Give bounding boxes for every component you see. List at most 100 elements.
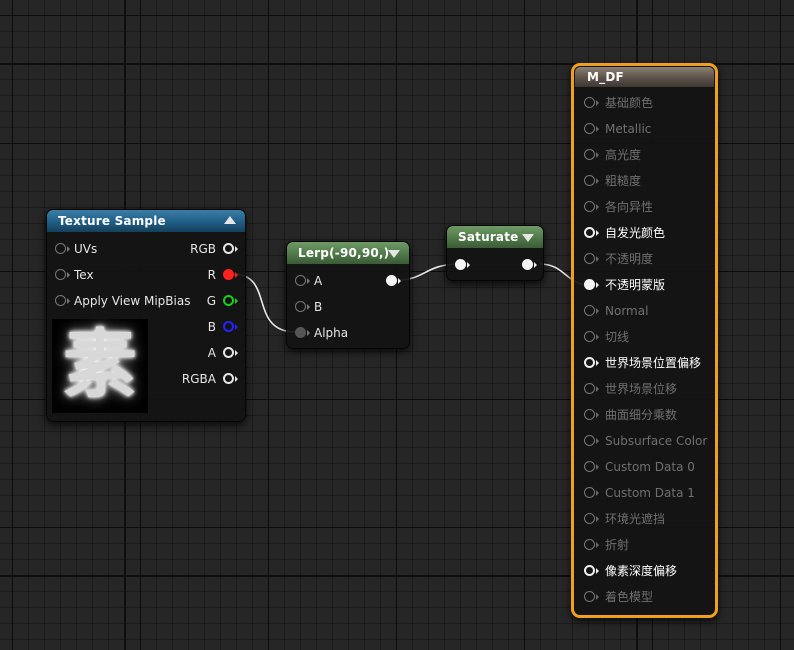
material-input-row[interactable]: 像素深度偏移 (574, 563, 715, 579)
lerp-input-row[interactable]: Alpha (287, 325, 409, 341)
material-input-row[interactable]: 各向异性 (574, 199, 715, 215)
texture-output-label: B (207, 320, 216, 334)
pin-arrow-icon (596, 334, 599, 340)
material-input-pin-icon[interactable] (584, 591, 595, 602)
material-input-row[interactable]: 环境光遮挡 (574, 511, 715, 527)
material-input-pin-icon[interactable] (584, 123, 595, 134)
texture-preview: 素 (52, 319, 148, 413)
material-input-row[interactable]: 着色模型 (574, 589, 715, 605)
pin-arrow-icon (307, 330, 310, 336)
material-input-label: Subsurface Color (605, 434, 708, 448)
material-input-pin-icon[interactable] (584, 253, 595, 264)
lerp-output-row[interactable] (287, 273, 409, 289)
material-input-row[interactable]: 切线 (574, 329, 715, 345)
pin-arrow-icon (235, 298, 238, 304)
pin-arrow-icon (235, 246, 238, 252)
material-input-pin-icon[interactable] (584, 435, 595, 446)
texture-output-row[interactable]: RGBA (145, 371, 245, 387)
material-input-row[interactable]: 不透明度 (574, 251, 715, 267)
material-input-row[interactable]: 世界场景位置偏移 (574, 355, 715, 371)
material-input-row[interactable]: 基础颜色 (574, 95, 715, 111)
output-pin-icon[interactable] (223, 269, 234, 280)
lerp-title[interactable]: Lerp(-90,90,) (287, 242, 409, 264)
material-input-pin-icon[interactable] (584, 565, 595, 576)
output-pin-icon[interactable] (223, 321, 234, 332)
material-input-row[interactable]: 高光度 (574, 147, 715, 163)
material-input-label: 各向异性 (605, 200, 654, 214)
material-input-label: 高光度 (605, 148, 642, 162)
material-result-node[interactable]: M_DF 基础颜色 Metallic 高光度粗糙度各向异性自发光颜色不透明度不透明蒙… (571, 63, 718, 618)
texture-sample-node[interactable]: Texture Sample 素 UVs Tex Apply View MipBia… (46, 209, 246, 422)
material-input-pin-icon[interactable] (584, 383, 595, 394)
saturate-node[interactable]: Saturate (446, 225, 544, 281)
pin-arrow-icon (596, 282, 599, 288)
lerp-node[interactable]: Lerp(-90,90,) A B Alpha (286, 241, 410, 349)
material-input-pin-icon[interactable] (584, 149, 595, 160)
material-input-row[interactable]: Normal (574, 303, 715, 319)
material-title-text: M_DF (587, 70, 624, 84)
output-pin-icon[interactable] (223, 243, 234, 254)
material-input-pin-icon[interactable] (584, 487, 595, 498)
collapse-arrow-icon[interactable] (388, 250, 400, 258)
material-input-row[interactable]: Metallic (574, 121, 715, 137)
material-input-pin-icon[interactable] (584, 461, 595, 472)
texture-preview-glyph: 素 (63, 322, 137, 408)
input-pin-icon[interactable] (55, 243, 66, 254)
pin-arrow-icon (235, 324, 238, 330)
material-input-row[interactable]: 曲面细分乘数 (574, 407, 715, 423)
material-title[interactable]: M_DF (575, 67, 714, 87)
material-input-row[interactable]: 世界场景位移 (574, 381, 715, 397)
material-input-row[interactable]: 折射 (574, 537, 715, 553)
material-graph-canvas[interactable]: Texture Sample 素 UVs Tex Apply View MipBia… (0, 0, 794, 650)
material-input-row[interactable]: 自发光颜色 (574, 225, 715, 241)
material-input-pin-icon[interactable] (584, 97, 595, 108)
material-input-pin-icon[interactable] (584, 175, 595, 186)
material-input-pin-icon[interactable] (584, 279, 595, 290)
input-pin-icon[interactable] (455, 259, 466, 270)
output-pin-icon[interactable] (223, 347, 234, 358)
pin-arrow-icon (596, 438, 599, 444)
material-input-label: 世界场景位移 (605, 382, 678, 396)
texture-output-row[interactable]: G (145, 293, 245, 309)
saturate-title[interactable]: Saturate (447, 226, 543, 248)
input-pin-icon[interactable] (55, 295, 66, 306)
material-input-pin-icon[interactable] (584, 513, 595, 524)
material-input-row[interactable]: Subsurface Color (574, 433, 715, 449)
texture-sample-title[interactable]: Texture Sample (47, 210, 245, 232)
material-input-label: 曲面细分乘数 (605, 408, 678, 422)
texture-output-row[interactable]: RGB (145, 241, 245, 257)
pin-arrow-icon (596, 178, 599, 184)
material-input-row[interactable]: 粗糙度 (574, 173, 715, 189)
collapse-arrow-icon[interactable] (522, 234, 534, 242)
material-input-pin-icon[interactable] (584, 305, 595, 316)
input-pin-icon[interactable] (295, 301, 306, 312)
saturate-pin-row[interactable] (447, 257, 543, 273)
pin-arrow-icon (307, 304, 310, 310)
material-input-pin-icon[interactable] (584, 331, 595, 342)
output-pin-icon[interactable] (522, 259, 533, 270)
material-input-row[interactable]: 不透明蒙版 (574, 277, 715, 293)
lerp-input-label: Alpha (314, 326, 349, 340)
input-pin-icon[interactable] (55, 269, 66, 280)
material-input-pin-icon[interactable] (584, 539, 595, 550)
lerp-input-row[interactable]: B (287, 299, 409, 315)
texture-output-row[interactable]: A (145, 345, 245, 361)
material-input-pin-icon[interactable] (584, 201, 595, 212)
input-pin-icon[interactable] (295, 327, 306, 338)
material-input-pin-icon[interactable] (584, 357, 595, 368)
material-input-pin-icon[interactable] (584, 227, 595, 238)
material-input-row[interactable]: Custom Data 1 (574, 485, 715, 501)
material-input-label: 自发光颜色 (605, 226, 666, 240)
texture-output-label: RGB (190, 242, 216, 256)
pin-arrow-icon (235, 350, 238, 356)
output-pin-icon[interactable] (223, 373, 234, 384)
pin-arrow-icon (235, 272, 238, 278)
pin-arrow-icon (596, 412, 599, 418)
texture-output-row[interactable]: B (145, 319, 245, 335)
output-pin-icon[interactable] (386, 275, 397, 286)
collapse-arrow-icon[interactable] (224, 216, 236, 224)
material-input-pin-icon[interactable] (584, 409, 595, 420)
texture-output-row[interactable]: R (145, 267, 245, 283)
output-pin-icon[interactable] (223, 295, 234, 306)
material-input-row[interactable]: Custom Data 0 (574, 459, 715, 475)
